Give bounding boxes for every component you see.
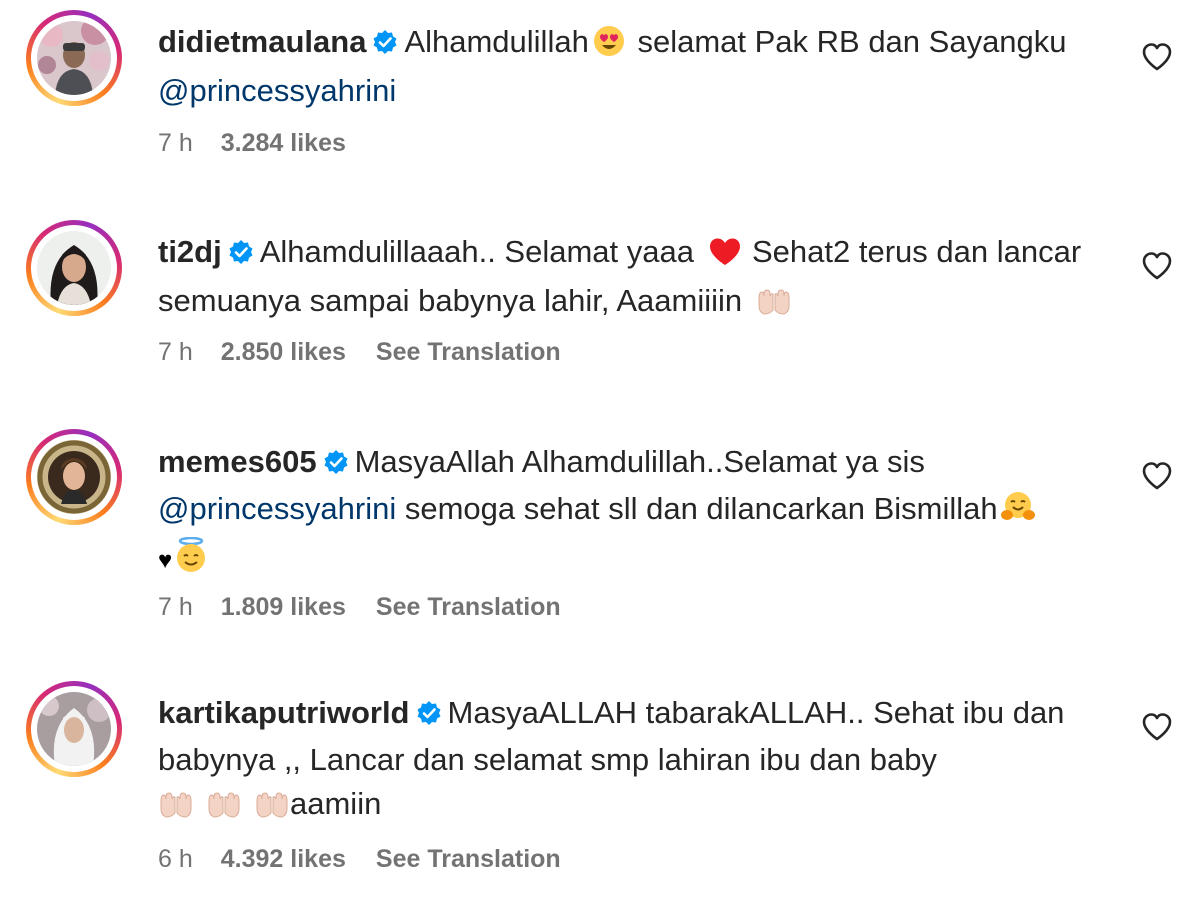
heart-eyes-emoji	[593, 25, 625, 69]
likes-count[interactable]: 1.809 likes	[221, 593, 346, 621]
username[interactable]: didietmaulana	[158, 24, 366, 59]
avatar[interactable]	[26, 681, 122, 777]
comment-text: MasyaAllah Alhamdulillah..Selamat ya sis	[354, 444, 925, 479]
like-heart-icon[interactable]	[1140, 459, 1174, 493]
palms-up-emoji	[254, 787, 290, 831]
username[interactable]: memes605	[158, 444, 317, 479]
comment-body: kartikaputriworld MasyaALLAH tabarakALLAH…	[158, 691, 1108, 831]
comment-text: semoga sehat sll dan dilancarkan Bismill…	[404, 491, 998, 526]
avatar[interactable]	[26, 10, 122, 106]
black-heart-emoji: ♥	[158, 547, 173, 574]
palms-up-emoji	[206, 787, 242, 831]
palms-up-emoji	[756, 284, 792, 328]
comment-text: aamiin	[290, 786, 382, 821]
comment-meta: 6 h 4.392 likes See Translation	[158, 844, 561, 874]
comment-text: selamat Pak RB dan Sayangku	[637, 24, 1067, 59]
comment-meta: 7 h 1.809 likes See Translation	[158, 592, 561, 622]
palms-up-emoji	[158, 787, 194, 831]
avatar-image	[37, 692, 111, 766]
comment-text: Alhamdulillah	[404, 24, 589, 59]
comment-text: Alhamdulillaaah.. Selamat yaaa	[259, 234, 694, 269]
like-heart-icon[interactable]	[1140, 249, 1174, 283]
likes-count[interactable]: 3.284 likes	[221, 129, 346, 157]
verified-badge-icon	[323, 443, 349, 487]
avatar-image	[37, 440, 111, 514]
username[interactable]: ti2dj	[158, 234, 222, 269]
likes-count[interactable]: 4.392 likes	[221, 845, 346, 873]
comment-body: memes605 MasyaAllah Alhamdulillah..Selama…	[158, 440, 1108, 585]
likes-count[interactable]: 2.850 likes	[221, 338, 346, 366]
avatar[interactable]	[26, 220, 122, 316]
timestamp[interactable]: 7 h	[158, 129, 193, 157]
see-translation-button[interactable]: See Translation	[376, 338, 561, 366]
mention-link[interactable]: @princessyahrini	[158, 73, 396, 108]
timestamp[interactable]: 7 h	[158, 593, 193, 621]
timestamp[interactable]: 7 h	[158, 338, 193, 366]
like-heart-icon[interactable]	[1140, 710, 1174, 744]
verified-badge-icon	[416, 694, 442, 738]
comment-body: ti2dj Alhamdulillaaah.. Selamat yaaa Sehat…	[158, 230, 1108, 328]
verified-badge-icon	[228, 233, 254, 277]
timestamp[interactable]: 6 h	[158, 845, 193, 873]
mention-link[interactable]: @princessyahrini	[158, 491, 396, 526]
comment-meta: 7 h 3.284 likes	[158, 128, 376, 158]
comment-body: didietmaulana Alhamdulillah selamat Pak R…	[158, 20, 1108, 113]
avatar-image	[37, 231, 111, 305]
comment-meta: 7 h 2.850 likes See Translation	[158, 337, 561, 367]
avatar-image	[37, 21, 111, 95]
verified-badge-icon	[372, 23, 398, 67]
hugging-face-emoji	[1000, 490, 1036, 536]
see-translation-button[interactable]: See Translation	[376, 593, 561, 621]
red-heart-emoji	[708, 235, 742, 279]
avatar[interactable]	[26, 429, 122, 525]
username[interactable]: kartikaputriworld	[158, 695, 410, 730]
like-heart-icon[interactable]	[1140, 40, 1174, 74]
see-translation-button[interactable]: See Translation	[376, 845, 561, 873]
halo-face-emoji	[174, 536, 208, 585]
